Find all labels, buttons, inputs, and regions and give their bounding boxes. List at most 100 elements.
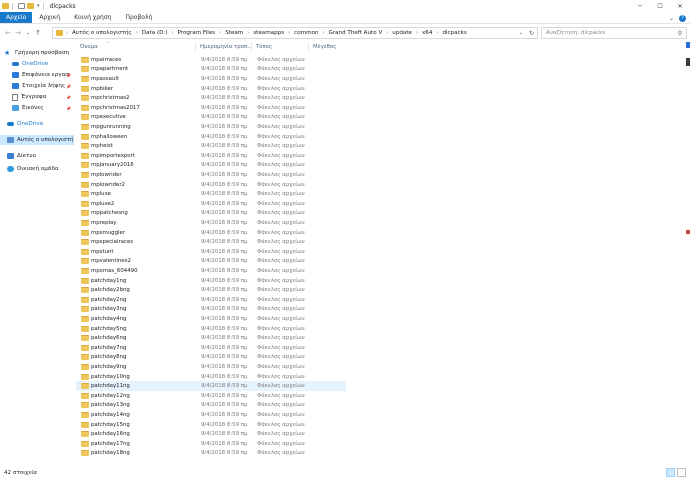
column-header-name[interactable]: Όνομα: [76, 42, 196, 52]
table-row[interactable]: patchday2bng 9/4/2018 8:59 πμ Φάκελος αρχε…: [76, 285, 346, 295]
table-row[interactable]: mpbiker 9/4/2018 8:59 πμ Φάκελος αρχείων: [76, 84, 346, 94]
table-row[interactable]: patchday15ng 9/4/2018 8:59 πμ Φάκελος αρχε…: [76, 420, 346, 430]
table-row[interactable]: patchday4ng 9/4/2018 8:59 πμ Φάκελος αρχεί…: [76, 314, 346, 324]
help-icon[interactable]: ?: [679, 14, 686, 22]
back-icon[interactable]: ←: [3, 27, 13, 39]
expand-ribbon-icon[interactable]: ⌄: [669, 15, 674, 22]
column-header-type[interactable]: Τύπος: [252, 42, 309, 52]
chevron-right-icon[interactable]: ›: [247, 30, 249, 36]
chevron-right-icon[interactable]: ›: [288, 30, 290, 36]
nav-item-this-pc[interactable]: Αυτός ο υπολογιστή: [0, 135, 74, 145]
quick-access-dropdown-icon[interactable]: ▾: [37, 3, 40, 9]
refresh-icon[interactable]: ↻: [529, 28, 534, 38]
table-row[interactable]: patchday8ng 9/4/2018 8:59 πμ Φάκελος αρχεί…: [76, 353, 346, 363]
chevron-right-icon[interactable]: ›: [136, 30, 138, 36]
breadcrumb-item[interactable]: update: [392, 30, 412, 36]
table-row[interactable]: mpstunt 9/4/2018 8:59 πμ Φάκελος αρχείων: [76, 247, 346, 257]
table-row[interactable]: mplowrider 9/4/2018 8:59 πμ Φάκελος αρχείω…: [76, 170, 346, 180]
table-row[interactable]: mpairraces 9/4/2018 8:59 πμ Φάκελος αρχείω…: [76, 55, 346, 65]
table-row[interactable]: mpchristmas2 9/4/2018 8:59 πμ Φάκελος αρχε…: [76, 93, 346, 103]
table-row[interactable]: mpimportexport 9/4/2018 8:59 πμ Φάκελος αρ…: [76, 151, 346, 161]
breadcrumb-item[interactable]: steamapps: [253, 30, 284, 36]
nav-item-network[interactable]: Δίκτυο: [0, 151, 74, 161]
chevron-right-icon[interactable]: ›: [386, 30, 388, 36]
breadcrumb-item[interactable]: Program Files: [178, 30, 216, 36]
table-row[interactable]: patchday9ng 9/4/2018 8:59 πμ Φάκελος αρχεί…: [76, 362, 346, 372]
table-row[interactable]: mpxmas_604490 9/4/2018 8:59 πμ Φάκελος αρχ…: [76, 266, 346, 276]
table-row[interactable]: patchday2ng 9/4/2018 8:59 πμ Φάκελος αρχεί…: [76, 295, 346, 305]
new-folder-icon[interactable]: [27, 3, 34, 9]
table-row[interactable]: mpreplay 9/4/2018 8:59 πμ Φάκελος αρχείων: [76, 218, 346, 228]
column-header-date[interactable]: Ημερομηνία τροπ...: [196, 42, 252, 52]
breadcrumb-item[interactable]: common: [294, 30, 318, 36]
forward-icon[interactable]: →: [13, 27, 23, 39]
table-row[interactable]: mphalloween 9/4/2018 8:59 πμ Φάκελος αρχεί…: [76, 132, 346, 142]
chevron-right-icon[interactable]: ›: [323, 30, 325, 36]
recent-locations-icon[interactable]: ⌄: [23, 27, 33, 39]
details-view-icon[interactable]: [666, 468, 675, 477]
table-row[interactable]: patchday14ng 9/4/2018 8:59 πμ Φάκελος αρχε…: [76, 410, 346, 420]
chevron-right-icon[interactable]: ›: [66, 30, 68, 36]
table-row[interactable]: mpspecialraces 9/4/2018 8:59 πμ Φάκελος αρ…: [76, 237, 346, 247]
table-row[interactable]: mpchristmas2017 9/4/2018 8:59 πμ Φάκελος α…: [76, 103, 346, 113]
table-row[interactable]: patchday3ng 9/4/2018 8:59 πμ Φάκελος αρχεί…: [76, 305, 346, 315]
table-row[interactable]: mpsmuggler 9/4/2018 8:59 πμ Φάκελος αρχείω…: [76, 228, 346, 238]
breadcrumb-item[interactable]: Steam: [225, 30, 243, 36]
table-row[interactable]: mpluxe 9/4/2018 8:59 πμ Φάκελος αρχείων: [76, 189, 346, 199]
properties-icon[interactable]: [18, 3, 25, 9]
table-row[interactable]: patchday5ng 9/4/2018 8:59 πμ Φάκελος αρχεί…: [76, 324, 346, 334]
large-icons-view-icon[interactable]: [677, 468, 686, 477]
chevron-right-icon[interactable]: ›: [416, 30, 418, 36]
table-row[interactable]: patchday7ng 9/4/2018 8:59 πμ Φάκελος αρχεί…: [76, 343, 346, 353]
nav-item-pictures[interactable]: Εικόνες 📌: [0, 103, 74, 113]
search-icon[interactable]: ⚲: [674, 30, 686, 37]
table-row[interactable]: mppatchesng 9/4/2018 8:59 πμ Φάκελος αρχεί…: [76, 209, 346, 219]
nav-item-onedrive[interactable]: OneDrive: [0, 119, 74, 129]
close-icon[interactable]: ✕: [670, 0, 690, 12]
minimize-icon[interactable]: ─: [630, 0, 650, 12]
breadcrumb-item[interactable]: Grand Theft Auto V: [329, 30, 383, 36]
tab-file[interactable]: Αρχείο: [0, 12, 33, 23]
table-row[interactable]: mpgunrunning 9/4/2018 8:59 πμ Φάκελος αρχε…: [76, 122, 346, 132]
breadcrumb-item[interactable]: dlcpacks: [442, 30, 466, 36]
chevron-right-icon[interactable]: ›: [219, 30, 221, 36]
nav-item-documents[interactable]: Έγγραφα 📌: [0, 92, 74, 102]
tab-view[interactable]: Προβολή: [118, 12, 159, 23]
table-row[interactable]: patchday16ng 9/4/2018 8:59 πμ Φάκελος αρχε…: [76, 429, 346, 439]
nav-item-homegroup[interactable]: Οικιακή ομάδα: [0, 164, 74, 174]
nav-item-onedrive-pinned[interactable]: OneDrive: [0, 59, 74, 69]
breadcrumb-item[interactable]: Data (D:): [142, 30, 168, 36]
chevron-right-icon[interactable]: ›: [436, 30, 438, 36]
address-dropdown-icon[interactable]: ⌄: [519, 28, 523, 38]
breadcrumb-item[interactable]: x64: [422, 30, 432, 36]
tab-home[interactable]: Αρχική: [32, 12, 67, 23]
table-row[interactable]: patchday11ng 9/4/2018 8:59 πμ Φάκελος αρχε…: [76, 381, 346, 391]
search-box[interactable]: Αναζήτηση: dlcpacks ⚲: [541, 27, 687, 39]
table-row[interactable]: mpvalentines2 9/4/2018 8:59 πμ Φάκελος αρχ…: [76, 257, 346, 267]
table-row[interactable]: mplowrider2 9/4/2018 8:59 πμ Φάκελος αρχεί…: [76, 180, 346, 190]
maximize-icon[interactable]: ☐: [650, 0, 670, 12]
table-row[interactable]: patchday12ng 9/4/2018 8:59 πμ Φάκελος αρχε…: [76, 391, 346, 401]
table-row[interactable]: patchday13ng 9/4/2018 8:59 πμ Φάκελος αρχε…: [76, 401, 346, 411]
table-row[interactable]: mpheist 9/4/2018 8:59 πμ Φάκελος αρχείων: [76, 141, 346, 151]
up-icon[interactable]: ↑: [33, 27, 43, 39]
nav-item-quick-access[interactable]: ★ Γρήγορη πρόσβαση: [0, 48, 74, 58]
table-row[interactable]: patchday10ng 9/4/2018 8:59 πμ Φάκελος αρχε…: [76, 372, 346, 382]
table-row[interactable]: patchday18ng 9/4/2018 8:59 πμ Φάκελος αρχε…: [76, 449, 346, 459]
table-row[interactable]: patchday17ng 9/4/2018 8:59 πμ Φάκελος αρχε…: [76, 439, 346, 449]
table-row[interactable]: mpapartment 9/4/2018 8:59 πμ Φάκελος αρχεί…: [76, 65, 346, 75]
tab-share[interactable]: Κοινή χρήση: [67, 12, 118, 23]
breadcrumb-item[interactable]: Αυτός ο υπολογιστής: [72, 30, 132, 36]
nav-item-downloads[interactable]: Στοιχεία λήψης 📌: [0, 81, 74, 91]
table-row[interactable]: mpluxe2 9/4/2018 8:59 πμ Φάκελος αρχείων: [76, 199, 346, 209]
table-row[interactable]: mpexecutive 9/4/2018 8:59 πμ Φάκελος αρχεί…: [76, 113, 346, 123]
nav-item-desktop[interactable]: Επιφάνεια εργασ 📌: [0, 70, 74, 80]
table-row[interactable]: mpjanuary2016 9/4/2018 8:59 πμ Φάκελος αρχ…: [76, 161, 346, 171]
table-row[interactable]: mpassault 9/4/2018 8:59 πμ Φάκελος αρχείων: [76, 74, 346, 84]
address-bar[interactable]: › Αυτός ο υπολογιστής › Data (D:) › Program …: [52, 27, 538, 39]
chevron-right-icon[interactable]: ›: [172, 30, 174, 36]
search-input[interactable]: Αναζήτηση: dlcpacks: [546, 30, 674, 36]
column-header-size[interactable]: Μέγεθος: [309, 42, 346, 52]
table-row[interactable]: patchday1ng 9/4/2018 8:59 πμ Φάκελος αρχεί…: [76, 276, 346, 286]
table-row[interactable]: patchday6ng 9/4/2018 8:59 πμ Φάκελος αρχεί…: [76, 333, 346, 343]
